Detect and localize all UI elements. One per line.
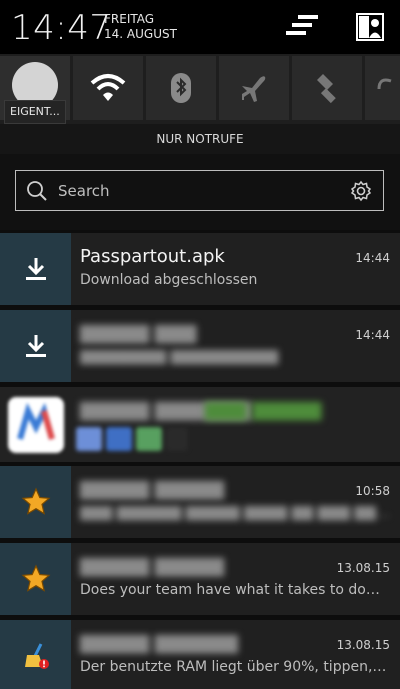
notification-time: 10:58 <box>355 484 390 498</box>
notification-game[interactable]: ▇▇▇▇▇ ▇▇▇▇▇ Does your team have what it … <box>0 543 400 615</box>
notification-body-redacted: ▇▇▇▇▇▇▇▇ ▇▇▇▇▇▇▇▇▇▇ <box>80 349 279 365</box>
clock[interactable]: 14:47 <box>11 8 111 48</box>
search-placeholder: Search <box>58 182 110 200</box>
app-icons-row <box>76 427 188 451</box>
notification-title-redacted: ▇▇▇▇▇ ▇▇▇ <box>80 323 197 344</box>
notification-title-redacted: ▇▇▇▇▇ ▇▇▇▇▇▇ <box>80 633 238 654</box>
notification-cleaner[interactable]: ▇▇▇▇▇ ▇▇▇▇▇▇ Der benutzte RAM liegt über… <box>0 620 400 689</box>
notification-poker[interactable]: ▇▇▇▇▇ ▇▇▇▇▇ ▇▇▇ ▇▇▇▇▇▇ ▇▇▇▇▇ ▇▇▇▇ ▇▇ ▇▇▇… <box>0 466 400 538</box>
weekday-label: FREITAG <box>104 12 155 26</box>
quick-settings-toggle-icon[interactable] <box>284 12 320 46</box>
notification-icon-tile <box>0 543 71 615</box>
notification-body: Does your team have what it takes to dom… <box>80 582 390 598</box>
notification-download-complete[interactable]: Passpartout.apk Download abgeschlossen 1… <box>0 233 400 305</box>
rotate-icon <box>377 78 391 90</box>
cleaner-icon <box>24 643 49 669</box>
qs-tile-flashlight[interactable] <box>292 56 362 120</box>
notification-icon-tile <box>0 466 71 538</box>
notification-icon-tile <box>0 620 71 689</box>
notification-time: 14:44 <box>355 251 390 265</box>
app-icon <box>8 397 64 453</box>
star-icon <box>21 564 50 592</box>
notification-app-update[interactable]: ▇▇▇▇▇ ▇▇▇▇▇▇▇ ▇▇▇ ▇▇▇▇▇ <box>0 387 400 462</box>
qs-tile-wifi[interactable] <box>73 56 143 120</box>
search-input[interactable]: Search <box>15 170 384 211</box>
date-block[interactable]: FREITAG 14. AUGUST <box>104 12 177 42</box>
notification-body: Download abgeschlossen <box>80 272 258 288</box>
notification-title: Passpartout.apk <box>80 246 225 267</box>
notification-title-redacted: ▇▇▇▇▇ ▇▇▇▇▇ <box>80 556 225 577</box>
notification-download-blurred[interactable]: ▇▇▇▇▇ ▇▇▇ ▇▇▇▇▇▇▇▇ ▇▇▇▇▇▇▇▇▇▇ 14:44 <box>0 310 400 382</box>
notification-body: Der benutzte RAM liegt über 90%, tippen,… <box>80 659 390 675</box>
notification-time: 13.08.15 <box>336 561 390 575</box>
notification-time: 13.08.15 <box>336 638 390 652</box>
search-area: Search <box>0 154 400 230</box>
flashlight-icon <box>317 74 336 104</box>
bluetooth-icon <box>171 73 191 103</box>
notification-time: 14:44 <box>355 328 390 342</box>
owner-label[interactable]: EIGENT... <box>4 100 66 124</box>
user-profile-icon[interactable] <box>355 12 385 46</box>
notification-body-redacted: ▇▇▇ ▇▇▇▇▇▇ ▇▇▇▇▇ ▇▇▇▇ ▇▇ ▇▇▇ ▇▇▇▇▇ <box>80 505 390 521</box>
emergency-calls-only-label: NUR NOTRUFE <box>0 124 400 154</box>
date-label: 14. AUGUST <box>104 27 177 41</box>
notification-title-redacted: ▇▇▇▇▇ ▇▇▇▇▇ <box>80 479 225 500</box>
notification-icon-tile <box>0 233 71 305</box>
qs-tile-rotate[interactable] <box>365 56 400 120</box>
qs-tile-bluetooth[interactable] <box>146 56 216 120</box>
qs-tile-airplane[interactable] <box>219 56 289 120</box>
download-icon <box>25 258 46 280</box>
gear-icon[interactable] <box>350 180 372 202</box>
star-icon <box>21 487 50 515</box>
status-header: 14:47 FREITAG 14. AUGUST <box>0 0 400 54</box>
download-icon <box>25 335 46 357</box>
notification-title-redacted-accent: ▇▇▇ ▇▇▇▇▇ <box>205 400 322 421</box>
airplane-icon <box>242 76 266 102</box>
search-icon <box>27 181 47 201</box>
wifi-icon <box>90 74 126 101</box>
notification-icon-tile <box>0 310 71 382</box>
